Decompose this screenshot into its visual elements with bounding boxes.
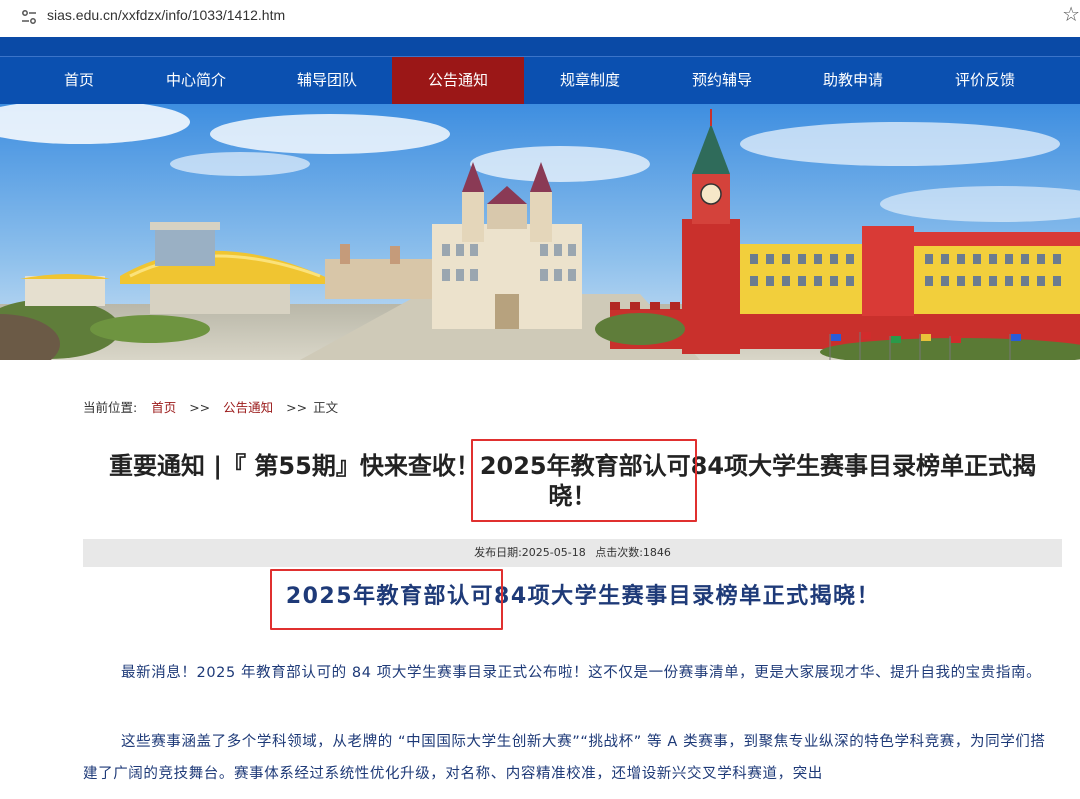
campus-banner bbox=[0, 104, 1080, 360]
article-heading: 2025年教育部认可84项大学生赛事目录榜单正式揭晓！ bbox=[285, 584, 881, 609]
article-meta-bar: 发布日期:2025-05-18 点击次数:1846 bbox=[83, 539, 1062, 567]
url-text[interactable]: sias.edu.cn/xxfdzx/info/1033/1412.htm bbox=[47, 5, 285, 25]
nav-item-booking[interactable]: 预约辅导 bbox=[656, 57, 788, 104]
header-strip bbox=[0, 37, 1080, 57]
breadcrumb-current: 正文 bbox=[313, 400, 339, 415]
nav-item-notices[interactable]: 公告通知 bbox=[392, 57, 524, 104]
publish-date: 发布日期:2025-05-18 bbox=[474, 546, 586, 559]
highlight-box-title bbox=[471, 439, 697, 522]
bookmark-star-icon[interactable]: ☆ bbox=[1062, 2, 1080, 26]
breadcrumb-prefix: 当前位置: bbox=[83, 400, 138, 415]
browser-address-bar[interactable]: sias.edu.cn/xxfdzx/info/1033/1412.htm ☆ bbox=[0, 0, 1080, 37]
site-info-icon[interactable] bbox=[20, 8, 38, 26]
nav-item-feedback[interactable]: 评价反馈 bbox=[919, 57, 1051, 104]
breadcrumb: 当前位置: 首页 >> 公告通知 >> 正文 bbox=[83, 399, 338, 417]
breadcrumb-separator: >> bbox=[189, 400, 211, 415]
breadcrumb-home-link[interactable]: 首页 bbox=[151, 400, 176, 415]
breadcrumb-section-link[interactable]: 公告通知 bbox=[223, 400, 273, 415]
nav-item-rules[interactable]: 规章制度 bbox=[524, 57, 656, 104]
article-paragraph: 这些赛事涵盖了多个学科领域，从老牌的 “中国国际大学生创新大赛”“挑战杯” 等 … bbox=[83, 734, 1046, 782]
highlight-box-heading bbox=[270, 569, 503, 630]
nav-item-assistant[interactable]: 助教申请 bbox=[787, 57, 919, 104]
nav-item-home[interactable]: 首页 bbox=[13, 57, 145, 104]
campus-banner-image bbox=[0, 104, 1080, 360]
nav-item-team[interactable]: 辅导团队 bbox=[261, 57, 393, 104]
article-paragraph: 最新消息！2025 年教育部认可的 84 项大学生赛事目录正式公布啦！这不仅是一… bbox=[121, 665, 1042, 681]
main-nav: 首页 中心简介 辅导团队 公告通知 规章制度 预约辅导 助教申请 评价反馈 bbox=[0, 57, 1080, 104]
breadcrumb-separator: >> bbox=[286, 400, 308, 415]
hit-count: 点击次数:1846 bbox=[595, 546, 671, 559]
nav-item-about[interactable]: 中心简介 bbox=[130, 57, 262, 104]
